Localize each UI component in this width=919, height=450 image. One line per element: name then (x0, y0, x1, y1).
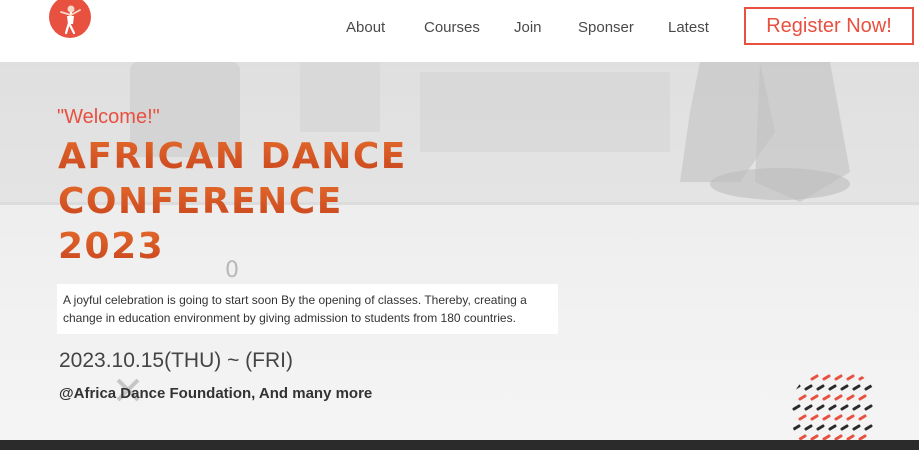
page: About Courses Join Sponser Latest Regist… (0, 0, 919, 450)
dancer-logo-icon[interactable] (49, 0, 91, 38)
welcome-text: "Welcome!" (57, 106, 160, 128)
title-line-2: CONFERENCE (58, 181, 343, 222)
event-description: A joyful celebration is going to start s… (57, 284, 558, 334)
nav-about[interactable]: About (346, 19, 385, 36)
site-header: About Courses Join Sponser Latest Regist… (0, 0, 919, 62)
nav-join[interactable]: Join (514, 19, 542, 36)
title-line-1: AFRICAN DANCE (58, 136, 407, 177)
hero-section: 0 "Welcome!" AFRICAN DANCE CONFERENCE 20… (0, 62, 919, 440)
nav-latest[interactable]: Latest (668, 19, 709, 36)
register-now-button[interactable]: Register Now! (744, 7, 914, 45)
event-date: 2023.10.15(THU) ~ (FRI) (59, 349, 293, 372)
nav-sponser[interactable]: Sponser (578, 19, 634, 36)
svg-text:0: 0 (225, 258, 239, 283)
footer-bar (0, 440, 919, 450)
nav-courses[interactable]: Courses (424, 19, 480, 36)
title-line-3: 2023 (58, 226, 165, 267)
event-venue: @Africa Dance Foundation, And many more (59, 385, 373, 402)
